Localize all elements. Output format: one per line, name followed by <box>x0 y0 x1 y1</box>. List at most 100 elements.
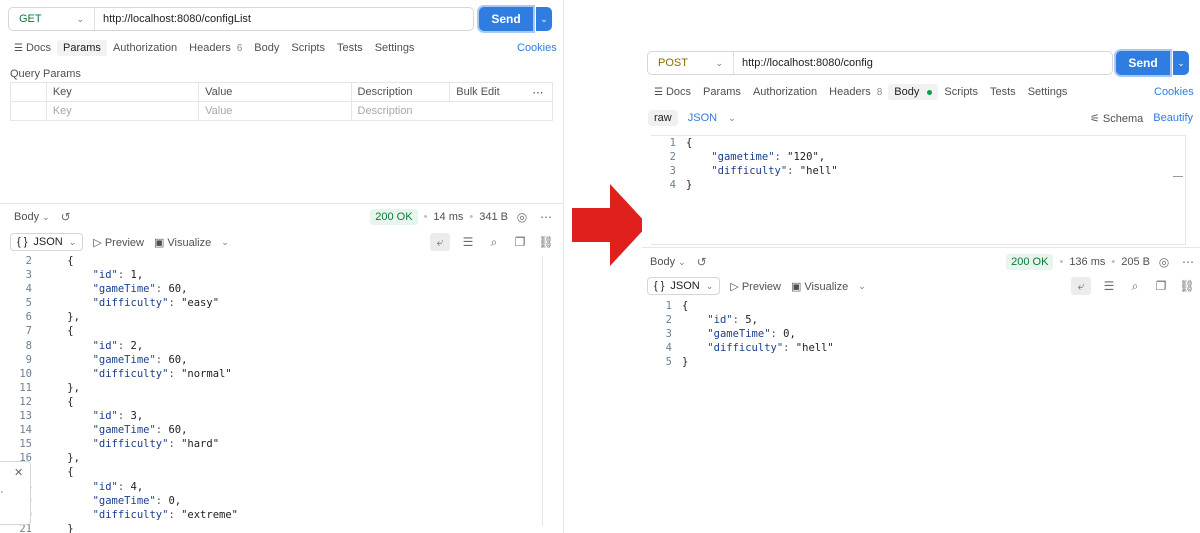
search-icon[interactable]: ⌕ <box>1127 278 1143 294</box>
code-line: 2 "gametime": "120", <box>650 150 1170 164</box>
body-mode-bar: raw JSON ⌄ ⚟ Schema Beautify <box>648 110 1193 126</box>
tab-authorization[interactable]: Authorization <box>107 40 183 56</box>
tab-params[interactable]: Params <box>57 40 107 56</box>
search-icon[interactable]: ⌕ <box>486 234 502 250</box>
filter-icon[interactable]: ☰ <box>460 234 476 250</box>
key-input[interactable]: Key <box>45 101 200 121</box>
url-bar: POST ⌄ http://localhost:8080/config <box>647 51 1113 75</box>
more-options-icon[interactable]: ⋯ <box>526 82 554 102</box>
copy-icon[interactable]: ❐ <box>1153 278 1169 294</box>
url-input[interactable]: http://localhost:8080/configList <box>95 13 251 25</box>
tab-headers[interactable]: Headers 8 <box>823 84 888 100</box>
wrap-lines-icon[interactable]: ⤶ <box>1071 277 1091 295</box>
visualize-button[interactable]: ▣ Visualize <box>154 236 211 249</box>
description-input[interactable]: Description <box>350 101 554 121</box>
tab-tests[interactable]: Tests <box>331 40 369 56</box>
globe-icon[interactable]: ◎ <box>1156 254 1172 270</box>
code-line: 21 } <box>6 522 536 533</box>
body-format-select[interactable]: JSON ⌄ <box>688 112 736 124</box>
tab-tests[interactable]: Tests <box>984 84 1022 100</box>
send-button[interactable]: Send <box>1116 51 1170 75</box>
response-time: 14 ms <box>433 211 464 223</box>
chevron-down-icon[interactable]: ⌄ <box>221 237 229 248</box>
more-options-icon[interactable]: ⋯ <box>538 209 554 225</box>
tab-scripts[interactable]: Scripts <box>938 84 984 100</box>
code-text: { <box>42 325 74 338</box>
response-body-label[interactable]: Body <box>650 256 675 268</box>
tab-settings[interactable]: Settings <box>369 40 421 56</box>
response-body-viewer[interactable]: 1{2 "id": 5, 3 "gameTime": 0, 4 "difficult… <box>646 299 1166 369</box>
link-icon[interactable]: ⛓ <box>538 234 554 250</box>
code-text: "id": 3, <box>92 410 144 423</box>
code-line: 3 "difficulty": "hell" <box>650 164 1170 178</box>
tab-body[interactable]: Body <box>888 84 939 100</box>
chevron-down-icon[interactable]: ⌄ <box>858 281 866 292</box>
copy-icon[interactable]: ❐ <box>512 234 528 250</box>
code-text: { <box>42 466 74 479</box>
format-select[interactable]: { } JSON ⌄ <box>647 277 721 295</box>
code-line: 17 { <box>6 465 536 479</box>
body-mode-select[interactable]: raw <box>648 110 678 126</box>
settings-sliders-icon: ⚟ <box>1089 112 1100 125</box>
filter-icon[interactable]: ☰ <box>1101 278 1117 294</box>
method-select[interactable]: POST ⌄ <box>648 52 734 74</box>
tab-settings[interactable]: Settings <box>1022 84 1074 100</box>
method-label: POST <box>658 57 688 69</box>
code-text: "id": 4, <box>92 480 144 493</box>
method-select[interactable]: GET ⌄ <box>9 8 95 30</box>
history-icon[interactable]: ↺ <box>58 209 74 225</box>
braces-icon: { } <box>654 280 665 292</box>
scrollbar-thumb[interactable] <box>1173 176 1183 177</box>
bulk-edit-button[interactable]: Bulk Edit <box>449 82 527 102</box>
code-line: 6 }, <box>6 310 536 324</box>
image-icon: ▣ <box>153 236 165 249</box>
code-text: "difficulty": "hard" <box>92 438 220 451</box>
preview-button[interactable]: ▷ Preview <box>730 280 781 293</box>
tab-docs[interactable]: ☰ Docs <box>648 84 697 100</box>
schema-button[interactable]: ⚟ Schema <box>1090 112 1143 125</box>
response-body-viewer[interactable]: 2 {3 "id": 1, 4 "gameTime": 60, 5 "difficu… <box>6 254 536 533</box>
chevron-down-icon: ⌄ <box>728 113 736 123</box>
tab-headers[interactable]: Headers 6 <box>183 40 248 56</box>
line-number: 2 <box>665 314 672 327</box>
code-line: 2 { <box>6 254 536 268</box>
link-icon[interactable]: ⛓ <box>1179 278 1195 294</box>
value-input[interactable]: Value <box>198 101 352 121</box>
preview-button[interactable]: ▷ Preview <box>93 236 144 249</box>
play-icon: ▷ <box>93 236 102 249</box>
chevron-down-icon: ⌄ <box>42 211 50 222</box>
params-table: Key Value Description Bulk Edit ⋯ Key Va… <box>10 82 554 121</box>
format-select[interactable]: { } JSON ⌄ <box>10 233 84 251</box>
scrollbar-track[interactable] <box>542 256 543 526</box>
tab-scripts[interactable]: Scripts <box>285 40 331 56</box>
wrap-lines-icon[interactable]: ⤶ <box>430 233 450 251</box>
response-body-label[interactable]: Body <box>14 211 39 223</box>
request-body-code[interactable]: 1{2 "gametime": "120", 3 "difficulty": "h… <box>650 136 1170 192</box>
chevron-down-icon: ⌄ <box>705 280 714 291</box>
code-line: 2 "id": 5, <box>646 313 1166 327</box>
tab-params[interactable]: Params <box>697 84 747 100</box>
cookies-link[interactable]: Cookies <box>517 42 557 54</box>
tab-docs[interactable]: ☰ Docs <box>8 40 57 56</box>
code-text: }, <box>42 452 80 465</box>
response-bar: Body ⌄ ↺ 200 OK • 14 ms • 341 B ◎ ⋯ <box>14 209 554 225</box>
more-options-icon[interactable]: ⋯ <box>1180 254 1196 270</box>
beautify-button[interactable]: Beautify <box>1153 112 1193 124</box>
globe-icon[interactable]: ◎ <box>514 209 530 225</box>
code-text: "gameTime": 60, <box>92 424 188 437</box>
code-line: 3 "id": 1, <box>6 268 536 282</box>
send-button[interactable]: Send <box>479 7 533 31</box>
request-tabs: ☰ Docs Params Authorization Headers 8 Bod… <box>648 84 1073 100</box>
code-text: "id": 1, <box>92 269 144 282</box>
send-options-button[interactable]: ⌄ <box>536 7 552 31</box>
visualize-button[interactable]: ▣ Visualize <box>791 280 848 293</box>
tab-body[interactable]: Body <box>248 40 285 56</box>
history-icon[interactable]: ↺ <box>694 254 710 270</box>
url-input[interactable]: http://localhost:8080/config <box>734 57 873 69</box>
close-icon[interactable]: ✕ <box>14 466 23 479</box>
send-options-button[interactable]: ⌄ <box>1173 51 1189 75</box>
cookies-link[interactable]: Cookies <box>1154 86 1194 98</box>
line-number: 1 <box>665 300 672 312</box>
toast-notification: ✕ · <box>0 461 31 525</box>
tab-authorization[interactable]: Authorization <box>747 84 823 100</box>
